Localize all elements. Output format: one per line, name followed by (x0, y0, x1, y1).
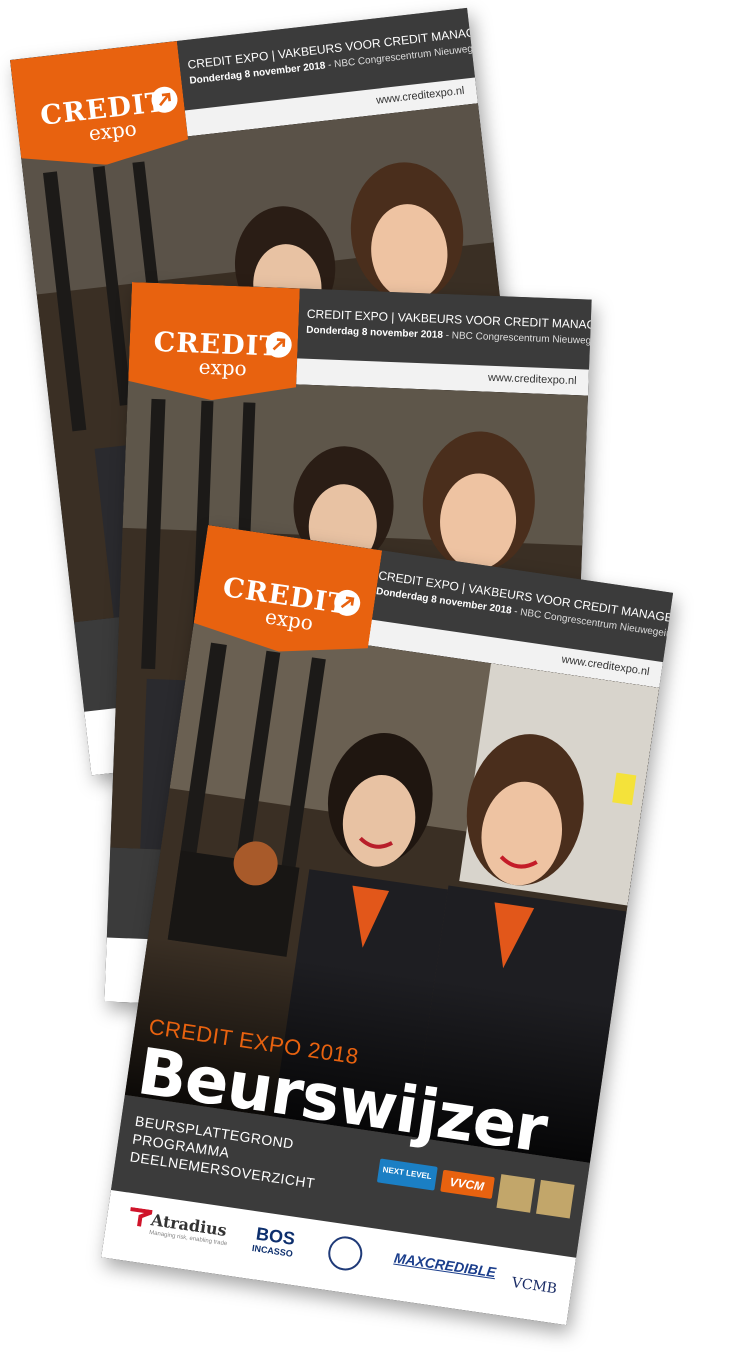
logo-expo: expo (198, 354, 248, 381)
maxcredible-logo: MAXCREDIBLE (393, 1249, 497, 1281)
award-badge-1 (496, 1174, 536, 1213)
seal-icon (326, 1234, 365, 1273)
logo-expo: expo (87, 116, 138, 146)
vcmb-logo: VCMB (510, 1274, 558, 1298)
website-url: www.creditexpo.nl (487, 371, 577, 388)
credit-expo-logo: CREDIT expo (128, 282, 300, 403)
website-url: www.creditexpo.nl (375, 84, 466, 107)
atradius-icon (130, 1206, 153, 1227)
award-badge-2 (536, 1179, 575, 1219)
arrow-icon (265, 331, 292, 358)
